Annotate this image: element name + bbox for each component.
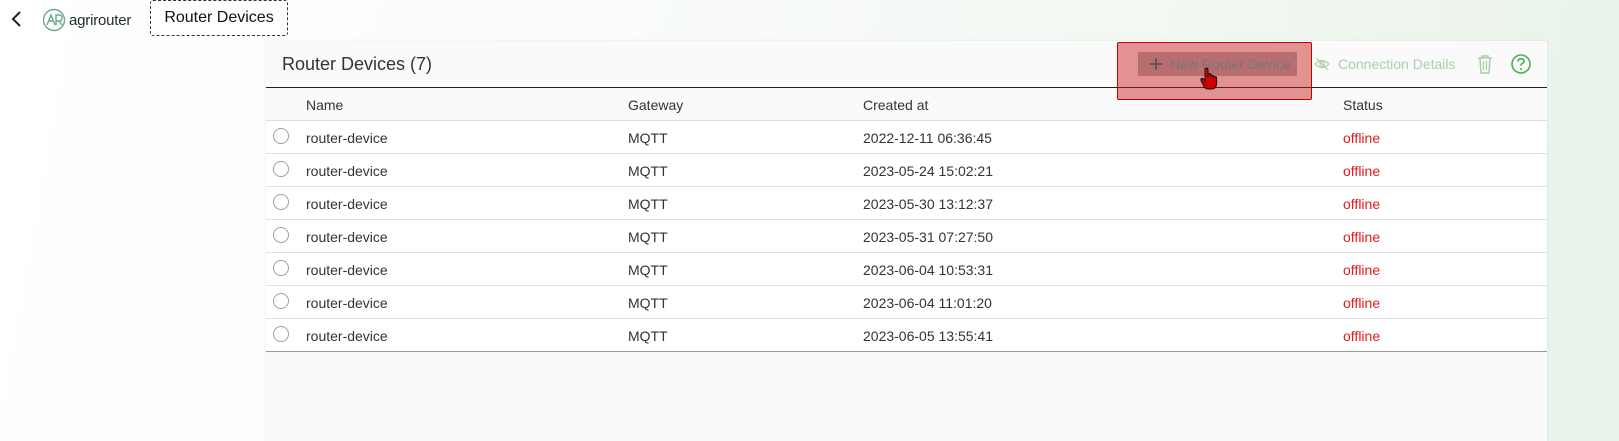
new-router-device-label: New Router Device	[1170, 56, 1291, 72]
chevron-left-icon	[11, 11, 21, 27]
cell-name: router-device	[306, 262, 388, 278]
cell-gateway: MQTT	[628, 328, 668, 344]
cell-status: offline	[1343, 196, 1381, 212]
column-header-name[interactable]: Name	[306, 97, 343, 113]
table-row[interactable]: router-device MQTT 2023-05-30 13:12:37 o…	[266, 187, 1547, 220]
agrirouter-logo-icon	[42, 8, 66, 32]
eye-off-icon	[1314, 57, 1330, 71]
logo-text: agrirouter	[69, 11, 132, 29]
cell-gateway: MQTT	[628, 229, 668, 245]
cell-gateway: MQTT	[628, 130, 668, 146]
agrirouter-logo[interactable]: agrirouter	[42, 7, 131, 33]
table-row[interactable]: router-device MQTT 2023-06-05 13:55:41 o…	[266, 319, 1547, 352]
table-row[interactable]: router-device MQTT 2023-06-04 11:01:20 o…	[266, 286, 1547, 319]
cell-status: offline	[1343, 295, 1381, 311]
cell-created-at: 2023-05-24 15:02:21	[863, 163, 993, 179]
cell-created-at: 2022-12-11 06:36:45	[863, 130, 992, 146]
cell-created-at: 2023-06-04 11:01:20	[863, 295, 992, 311]
cell-status: offline	[1343, 262, 1381, 278]
cell-name: router-device	[306, 196, 388, 212]
table-header: Name Gateway Created at Status	[266, 88, 1547, 121]
cell-status: offline	[1343, 229, 1381, 245]
back-button[interactable]	[4, 6, 28, 32]
cell-status: offline	[1343, 328, 1381, 344]
plus-icon	[1150, 58, 1162, 70]
page-title: Router Devices (7)	[282, 54, 433, 74]
cell-gateway: MQTT	[628, 196, 668, 212]
row-select-radio[interactable]	[273, 128, 289, 144]
router-devices-table: Name Gateway Created at Status router-de…	[266, 88, 1547, 352]
cell-name: router-device	[306, 163, 388, 179]
help-icon[interactable]	[1510, 53, 1532, 75]
card-header: Router Devices (7) New Router Device Con…	[266, 41, 1547, 100]
top-bar: agrirouter Router Devices	[0, 0, 1619, 40]
table-row[interactable]: router-device MQTT 2023-05-31 07:27:50 o…	[266, 220, 1547, 253]
cell-status: offline	[1343, 163, 1381, 179]
row-select-radio[interactable]	[273, 260, 289, 276]
row-select-radio[interactable]	[273, 161, 289, 177]
row-select-radio[interactable]	[273, 326, 289, 342]
trash-icon[interactable]	[1475, 53, 1495, 75]
row-select-radio[interactable]	[273, 194, 289, 210]
connection-details-label: Connection Details	[1338, 56, 1456, 72]
cell-created-at: 2023-06-04 10:53:31	[863, 262, 993, 278]
cell-created-at: 2023-06-05 13:55:41	[863, 328, 993, 344]
table-row[interactable]: router-device MQTT 2023-05-24 15:02:21 o…	[266, 154, 1547, 187]
cell-gateway: MQTT	[628, 295, 668, 311]
connection-details-button[interactable]: Connection Details	[1314, 53, 1456, 75]
cell-gateway: MQTT	[628, 163, 668, 179]
cell-name: router-device	[306, 229, 388, 245]
cell-name: router-device	[306, 295, 388, 311]
table-row[interactable]: router-device MQTT 2023-06-04 10:53:31 o…	[266, 253, 1547, 286]
table-row[interactable]: router-device MQTT 2022-12-11 06:36:45 o…	[266, 121, 1547, 154]
row-select-radio[interactable]	[273, 293, 289, 309]
cell-created-at: 2023-05-31 07:27:50	[863, 229, 993, 245]
column-header-created-at[interactable]: Created at	[863, 97, 928, 113]
cell-name: router-device	[306, 130, 388, 146]
column-header-gateway[interactable]: Gateway	[628, 97, 683, 113]
cell-status: offline	[1343, 130, 1381, 146]
row-select-radio[interactable]	[273, 227, 289, 243]
column-header-status[interactable]: Status	[1343, 97, 1383, 113]
cell-name: router-device	[306, 328, 388, 344]
router-devices-card: Router Devices (7) New Router Device Con…	[266, 41, 1547, 441]
cell-gateway: MQTT	[628, 262, 668, 278]
cell-created-at: 2023-05-30 13:12:37	[863, 196, 993, 212]
page-title-chip[interactable]: Router Devices	[150, 0, 288, 36]
